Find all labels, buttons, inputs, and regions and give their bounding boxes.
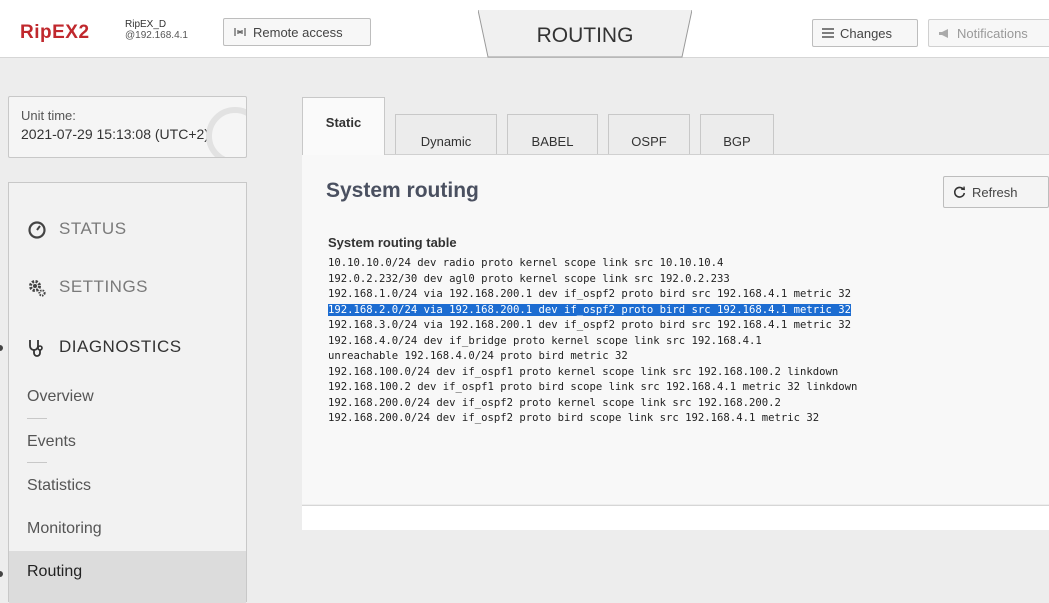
tab-bgp[interactable]: BGP bbox=[700, 114, 774, 154]
changes-label: Changes bbox=[840, 25, 893, 41]
panel-footer bbox=[302, 505, 1049, 530]
active-bullet-icon bbox=[0, 345, 3, 351]
routing-table-row[interactable]: 192.168.1.0/24 via 192.168.200.1 dev if_… bbox=[328, 287, 857, 303]
sidebar-item-label: Statistics bbox=[27, 477, 92, 494]
sidebar-item-label: Routing bbox=[27, 563, 83, 580]
gauge-icon bbox=[28, 221, 46, 239]
tab-ospf[interactable]: OSPF bbox=[608, 114, 690, 154]
nav-diagnostics[interactable]: DIAGNOSTICS bbox=[0, 326, 246, 370]
routing-table-caption: System routing table bbox=[328, 235, 457, 250]
routing-table-row[interactable]: 192.168.200.0/24 dev if_ospf2 proto kern… bbox=[328, 396, 857, 412]
main-panel: System routing Refresh System routing ta… bbox=[302, 154, 1049, 504]
tab-babel[interactable]: BABEL bbox=[507, 114, 598, 154]
route-text: 10.10.10.0/24 dev radio proto kernel sco… bbox=[328, 257, 724, 269]
changes-button[interactable]: Changes bbox=[812, 19, 918, 47]
route-text: 192.168.1.0/24 via 192.168.200.1 dev if_… bbox=[328, 288, 851, 300]
routing-table-row[interactable]: 10.10.10.0/24 dev radio proto kernel sco… bbox=[328, 256, 857, 272]
route-text: 192.168.3.0/24 via 192.168.200.1 dev if_… bbox=[328, 319, 851, 331]
nav-status[interactable]: STATUS bbox=[9, 208, 246, 252]
device-info: RipEX_D @192.168.4.1 bbox=[125, 19, 188, 41]
nav-status-label: STATUS bbox=[59, 219, 127, 238]
remote-access-button[interactable]: Remote access bbox=[223, 18, 371, 46]
sidebar-item-routing[interactable]: Routing bbox=[0, 551, 246, 603]
refresh-icon bbox=[953, 186, 966, 198]
device-ip: @192.168.4.1 bbox=[125, 30, 188, 41]
megaphone-icon bbox=[939, 28, 948, 38]
route-text: 192.168.2.0/24 via 192.168.200.1 dev if_… bbox=[328, 303, 851, 316]
route-text: 192.168.100.0/24 dev if_ospf1 proto kern… bbox=[328, 365, 839, 378]
sidebar-item-label: Overview bbox=[27, 388, 94, 405]
routing-table-row[interactable]: 192.168.200.0/24 dev if_ospf2 proto bird… bbox=[328, 411, 857, 427]
routing-table-row[interactable]: 192.0.2.232/30 dev agl0 proto kernel sco… bbox=[328, 272, 857, 288]
notifications-label: Notifications bbox=[957, 25, 1028, 41]
page-title-tab: ROUTING bbox=[478, 10, 692, 58]
routing-table-row[interactable]: 192.168.2.0/24 via 192.168.200.1 dev if_… bbox=[328, 303, 857, 319]
routing-table-row[interactable]: 192.168.3.0/24 via 192.168.200.1 dev if_… bbox=[328, 318, 857, 334]
route-text: 192.168.200.0/24 dev if_ospf2 proto kern… bbox=[328, 396, 781, 409]
refresh-button[interactable]: Refresh bbox=[943, 176, 1049, 208]
tab-static[interactable]: Static bbox=[302, 97, 385, 155]
divider bbox=[27, 418, 47, 419]
device-name: RipEX_D bbox=[125, 19, 167, 30]
logo: RipEX2 bbox=[20, 22, 90, 43]
page-title: ROUTING bbox=[536, 24, 634, 47]
list-icon bbox=[822, 28, 834, 38]
section-title: System routing bbox=[326, 179, 479, 202]
sidebar: STATUS SETTINGS DIAGNOSTICS Overview Eve… bbox=[0, 182, 247, 603]
notifications-button[interactable]: Notifications bbox=[928, 19, 1049, 47]
routing-table-row[interactable]: unreachable 192.168.4.0/24 proto bird me… bbox=[328, 349, 857, 365]
nav-settings-label: SETTINGS bbox=[59, 277, 149, 296]
remote-access-icon bbox=[234, 28, 246, 36]
nav-diagnostics-label: DIAGNOSTICS bbox=[59, 337, 182, 356]
route-text: 192.168.100.2 dev if_ospf1 proto bird sc… bbox=[328, 381, 858, 393]
tab-dynamic[interactable]: Dynamic bbox=[395, 114, 497, 154]
sidebar-item-label: Monitoring bbox=[27, 520, 102, 537]
routing-table-row[interactable]: 192.168.100.2 dev if_ospf1 proto bird sc… bbox=[328, 380, 857, 396]
route-text: 192.0.2.232/30 dev agl0 proto kernel sco… bbox=[328, 272, 730, 285]
stethoscope-icon bbox=[29, 340, 43, 357]
refresh-label: Refresh bbox=[972, 184, 1018, 200]
routing-table-row[interactable]: 192.168.4.0/24 dev if_bridge proto kerne… bbox=[328, 334, 857, 350]
top-bar: RipEX2 RipEX_D @192.168.4.1 Remote acces… bbox=[0, 0, 1049, 58]
gears-icon bbox=[29, 280, 46, 297]
routing-table: 10.10.10.0/24 dev radio proto kernel sco… bbox=[328, 256, 857, 427]
routing-table-row[interactable]: 192.168.100.0/24 dev if_ospf1 proto kern… bbox=[328, 365, 857, 381]
route-text: 192.168.4.0/24 dev if_bridge proto kerne… bbox=[328, 334, 762, 347]
active-bullet-icon bbox=[0, 571, 3, 577]
route-text: unreachable 192.168.4.0/24 proto bird me… bbox=[328, 350, 628, 362]
divider bbox=[27, 462, 47, 463]
route-text: 192.168.200.0/24 dev if_ospf2 proto bird… bbox=[328, 412, 820, 424]
remote-access-label: Remote access bbox=[253, 24, 343, 40]
unit-time-box: Unit time: 2021-07-29 15:13:08 (UTC+2) bbox=[8, 96, 247, 158]
nav-settings[interactable]: SETTINGS bbox=[9, 266, 246, 310]
sidebar-item-label: Events bbox=[27, 433, 76, 450]
